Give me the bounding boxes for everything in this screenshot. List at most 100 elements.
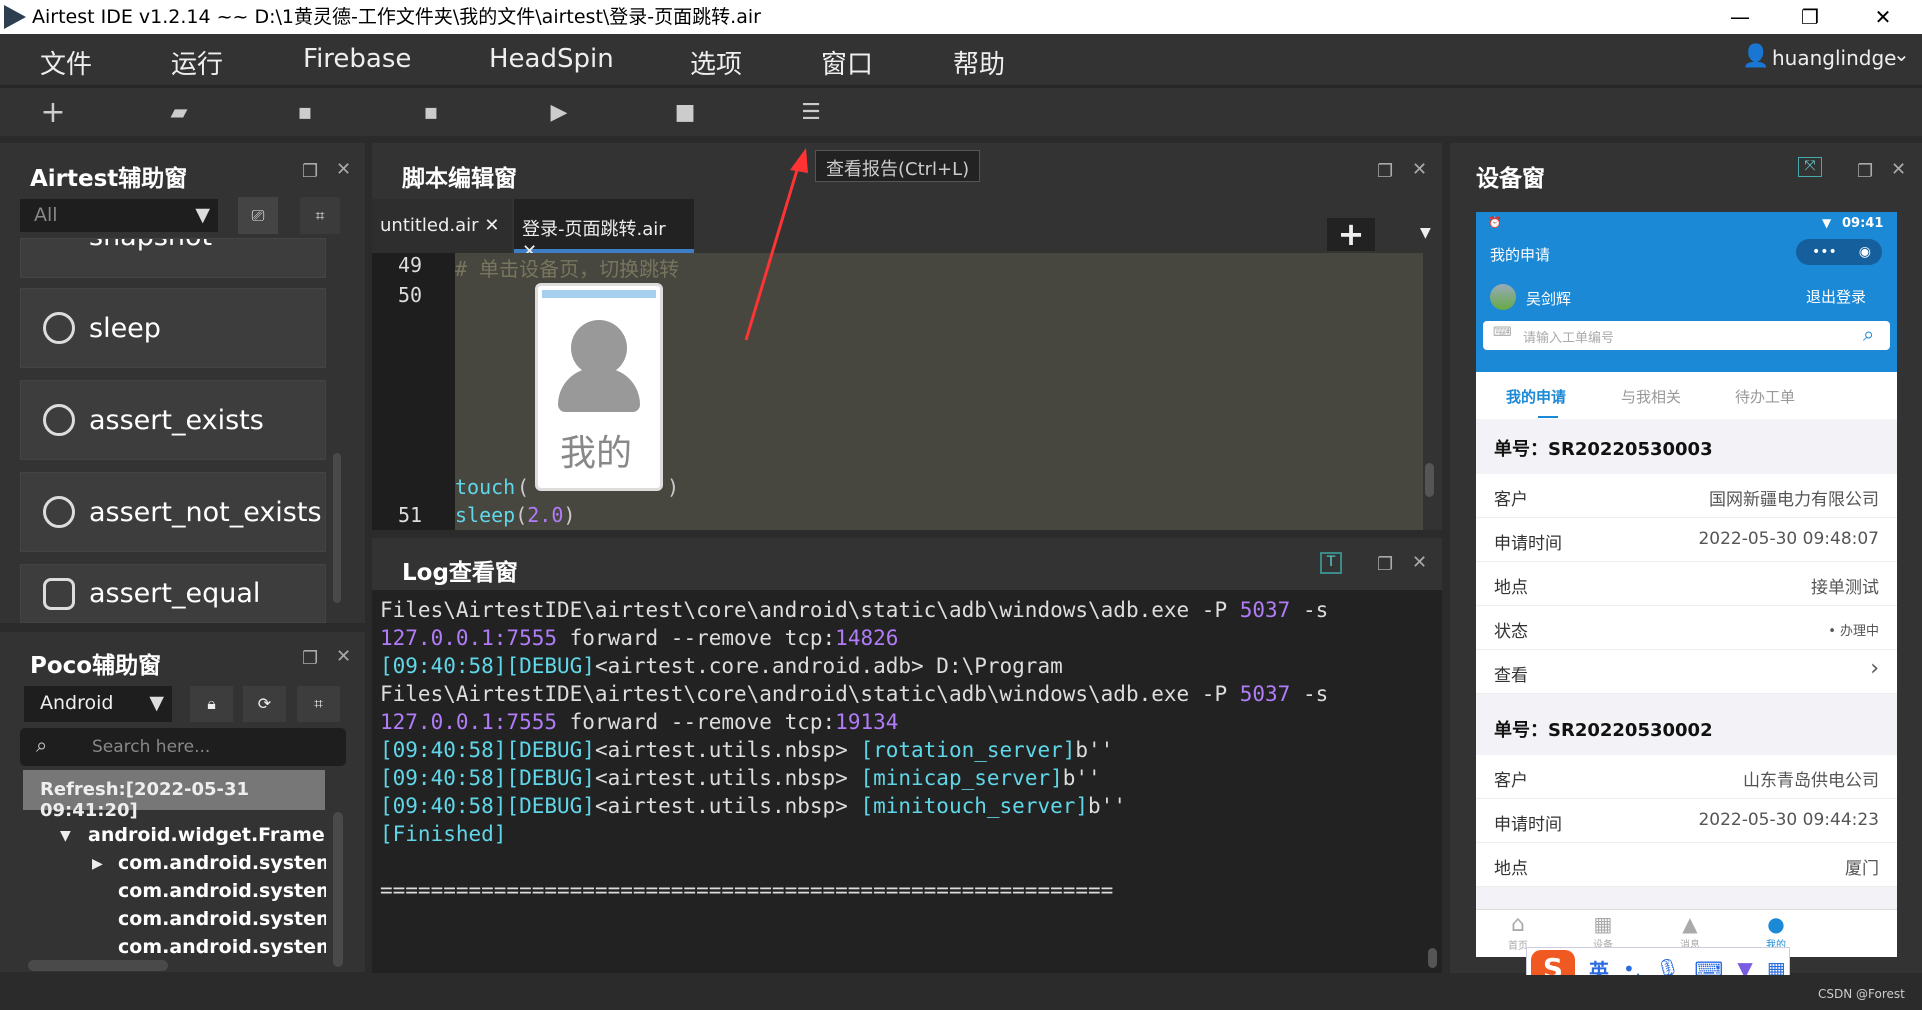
tree-node[interactable]: android.widget.FrameLayout — [88, 824, 326, 846]
nav-message[interactable]: ▲ 消息 — [1680, 912, 1700, 951]
airtest-panel: Airtest辅助窗 ❐ ✕ All ▼ ⎚ ⌗ snapshot sleep a… — [0, 143, 365, 623]
refresh-icon[interactable]: ⟳ — [243, 686, 286, 722]
miniapp-capsule[interactable]: ••• ◉ — [1796, 239, 1882, 265]
filter-icon[interactable]: T — [1320, 552, 1342, 574]
tree-node[interactable]: com.android.systemui:i — [118, 880, 326, 902]
order-row[interactable]: 查看 › — [1476, 650, 1897, 694]
order-number: 单号：SR20220530003 — [1476, 419, 1897, 474]
code-area[interactable]: # 单击设备页，切换跳转 touch ( 我的 ) sleep(2.0) — [455, 253, 1423, 530]
play-icon[interactable]: ▶ — [544, 98, 574, 128]
order-search-input[interactable]: ⌨ 请输入工单编号 ⌕ — [1483, 321, 1890, 350]
nav-mine[interactable]: ● 我的 — [1766, 912, 1786, 951]
more-icon[interactable]: ••• — [1812, 244, 1837, 260]
menu-options[interactable]: 选项 — [690, 44, 742, 81]
filter-value: All — [34, 204, 58, 226]
stop-icon[interactable]: ■ — [670, 98, 700, 128]
image-template-thumbnail[interactable]: 我的 — [535, 283, 663, 491]
phone-tab-todo[interactable]: 待办工单 — [1735, 386, 1795, 407]
add-script-button[interactable]: + — [1327, 218, 1375, 251]
nav-home[interactable]: ⌂ 首页 — [1508, 912, 1528, 952]
nav-device[interactable]: ▦ 设备 — [1593, 912, 1613, 951]
maximize-button[interactable]: ❐ — [1785, 0, 1835, 34]
phone-screen[interactable]: ⏰ ▼ 09:41 我的申请 ••• ◉ 吴剑辉 退出登录 ⌨ 请输入工单编号 ⌕… — [1476, 212, 1897, 957]
close-icon[interactable]: ✕ — [1412, 159, 1427, 180]
scrollbar[interactable] — [1428, 948, 1437, 968]
user-name[interactable]: huanglindge — [1772, 46, 1896, 70]
target-icon[interactable]: ◉ — [1859, 244, 1871, 260]
save-icon[interactable]: ▪ — [290, 98, 320, 128]
row-label: 客户 — [1494, 490, 1528, 510]
close-icon[interactable]: ✕ — [1891, 159, 1906, 180]
close-icon[interactable]: ✕ — [336, 646, 351, 667]
row-value: 厦门 — [1845, 859, 1879, 879]
close-button[interactable]: ✕ — [1858, 0, 1908, 34]
folder-icon[interactable]: ▰ — [164, 98, 194, 128]
lock-icon[interactable]: 🔒︎ — [190, 686, 233, 722]
report-icon[interactable]: ☰ — [796, 98, 826, 128]
panel-title: Airtest辅助窗 — [30, 166, 188, 192]
toolbar: + ▰ ▪ ▪ ▶ ■ ☰ — [0, 88, 1922, 136]
search-icon: ⌕ — [36, 733, 48, 757]
record-icon[interactable]: ⌗ — [300, 197, 340, 234]
tree-node[interactable]: com.android.systemui:i — [118, 936, 326, 958]
collapse-arrow-icon[interactable]: ▶ — [92, 856, 103, 872]
menu-window[interactable]: 窗口 — [821, 44, 873, 81]
scrollbar[interactable] — [333, 812, 343, 967]
tree-node[interactable]: com.android.systemui:i — [118, 908, 326, 930]
device-select-icon[interactable]: ⎚ — [238, 197, 278, 234]
filter-select[interactable]: All ▼ — [20, 199, 218, 232]
tree-node[interactable]: com.android.systemui:i — [118, 852, 326, 874]
action-snapshot[interactable]: snapshot — [20, 238, 326, 278]
chevron-down-icon[interactable]: ⌄ — [1893, 42, 1910, 66]
log-line: [09:40:58][DEBUG]<airtest.utils.nbsp> [m… — [380, 764, 1434, 792]
action-assert-equal[interactable]: assert_equal — [20, 564, 326, 623]
action-sleep[interactable]: sleep — [20, 288, 326, 368]
close-tab-icon[interactable]: ✕ — [484, 215, 499, 236]
float-icon[interactable]: ❐ — [1377, 554, 1393, 575]
status-bar: CSDN @Forest — [0, 975, 1922, 1010]
horizontal-scrollbar[interactable] — [28, 960, 168, 971]
tab-login-page[interactable]: 登录-页面跳转.air ✕ — [514, 199, 694, 262]
action-assert-not-exists[interactable]: assert_not_exists — [20, 472, 326, 552]
float-icon[interactable]: ❐ — [1857, 161, 1873, 182]
save-as-icon[interactable]: ▪ — [416, 98, 446, 128]
fit-screen-icon[interactable]: ⤧ — [1798, 157, 1822, 177]
poco-search-input[interactable]: ⌕ Search here... — [20, 728, 346, 766]
log-output[interactable]: Files\AirtestIDE\airtest\core\android\st… — [372, 590, 1442, 973]
menu-help[interactable]: 帮助 — [953, 44, 1005, 81]
float-icon[interactable]: ❐ — [1377, 161, 1393, 182]
row-label: 查看 — [1494, 666, 1528, 686]
menu-bar: 文件 运行 Firebase HeadSpin 选项 窗口 帮助 👤 huang… — [0, 34, 1922, 88]
close-icon[interactable]: ✕ — [336, 159, 351, 180]
search-icon[interactable]: ⌕ — [1863, 322, 1874, 346]
dropdown-arrow-icon[interactable]: ▼ — [1420, 225, 1431, 241]
scrollbar[interactable] — [333, 453, 341, 603]
log-line: Files\AirtestIDE\airtest\core\android\st… — [380, 680, 1434, 708]
menu-run[interactable]: 运行 — [171, 44, 223, 81]
log-segment: forward --remove tcp: — [557, 626, 836, 650]
logout-button[interactable]: 退出登录 — [1806, 286, 1866, 307]
log-line: 127.0.0.1:7555 forward --remove tcp:1913… — [380, 708, 1434, 736]
tab-untitled[interactable]: untitled.air ✕ — [372, 199, 512, 253]
menu-firebase[interactable]: Firebase — [303, 44, 411, 74]
close-icon[interactable]: ✕ — [1412, 552, 1427, 573]
log-segment: 14826 — [835, 626, 899, 650]
scrollbar[interactable] — [1425, 463, 1434, 497]
minimize-button[interactable]: — — [1715, 0, 1765, 34]
poco-mode-select[interactable]: Android ▼ — [24, 686, 172, 722]
float-icon[interactable]: ❐ — [302, 161, 318, 182]
action-assert-exists[interactable]: assert_exists — [20, 380, 326, 460]
refresh-button[interactable]: Refresh:[2022-05-31 09:41:20] — [23, 770, 325, 821]
window-title: Airtest IDE v1.2.14 ~~ D:\1黄灵德-工作文件夹\我的文… — [32, 6, 761, 28]
expand-arrow-icon[interactable]: ▼ — [60, 828, 71, 844]
phone-tab-related[interactable]: 与我相关 — [1621, 386, 1681, 407]
menu-file[interactable]: 文件 — [40, 44, 92, 81]
log-segment: <airtest.utils.nbsp> — [594, 738, 861, 762]
log-segment: <airtest.core.android.adb> D:\Program — [594, 654, 1063, 678]
order-row: 申请时间 2022-05-30 09:44:23 — [1476, 799, 1897, 843]
phone-tab-mine[interactable]: 我的申请 — [1506, 386, 1566, 407]
plus-icon[interactable]: + — [38, 98, 68, 128]
menu-headspin[interactable]: HeadSpin — [489, 44, 614, 74]
record-icon[interactable]: ⌗ — [297, 686, 340, 722]
float-icon[interactable]: ❐ — [302, 648, 318, 669]
